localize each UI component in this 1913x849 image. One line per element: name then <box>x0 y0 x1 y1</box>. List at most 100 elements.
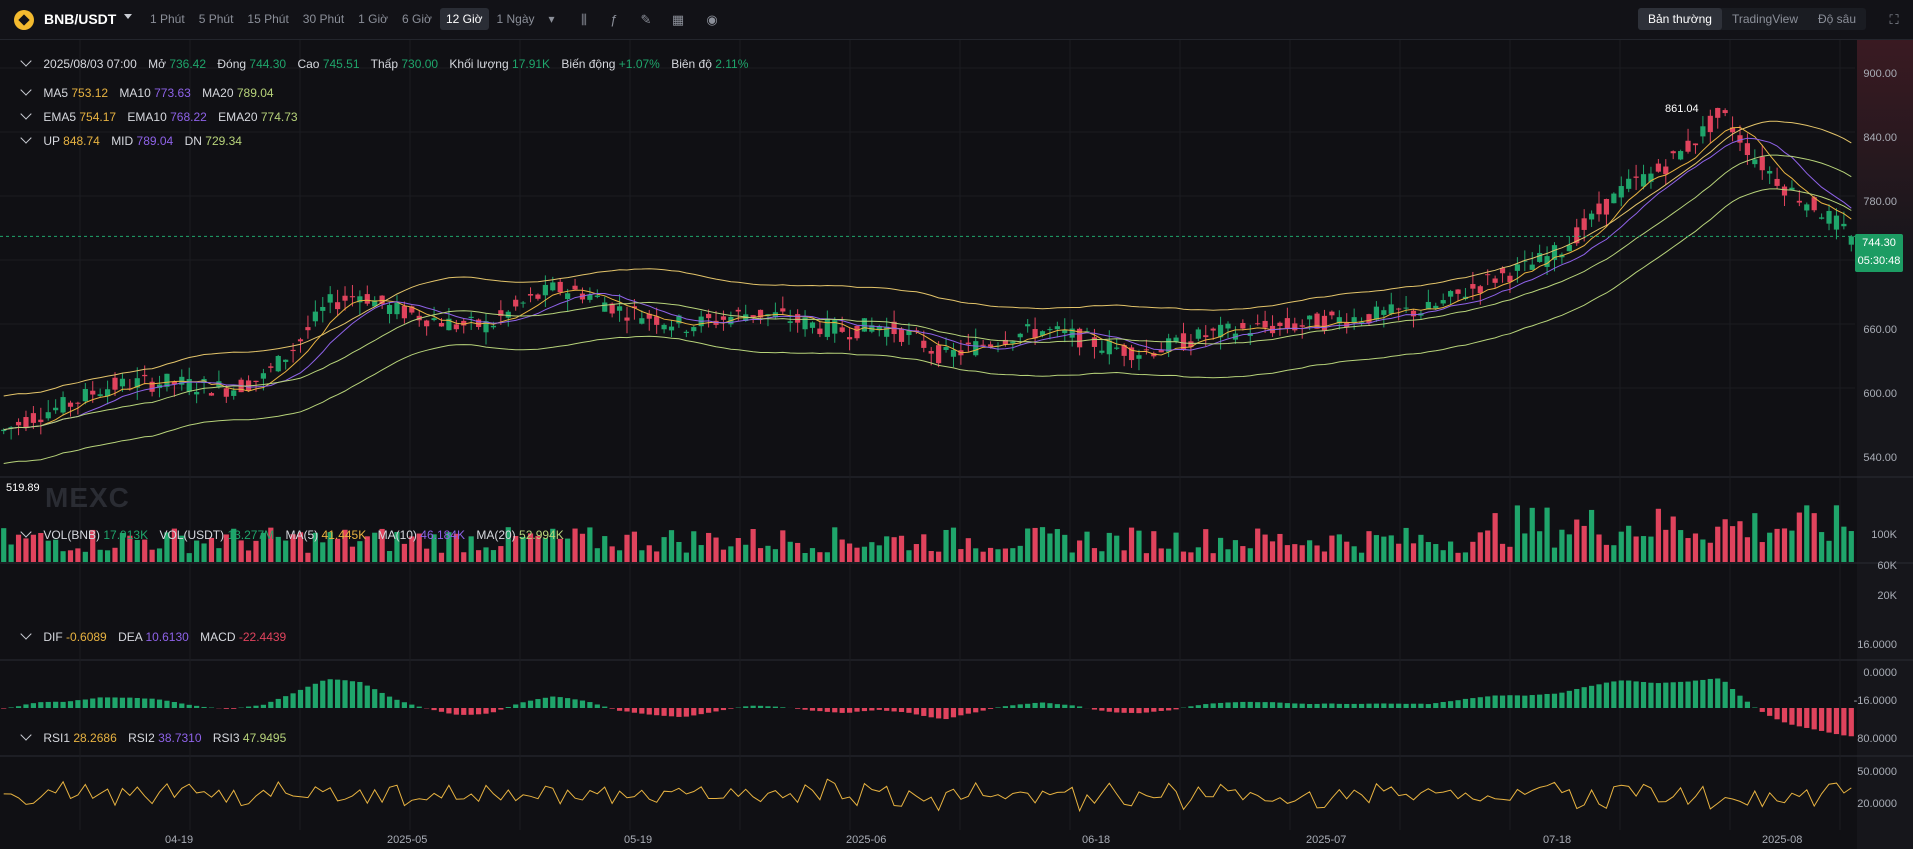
candle-body <box>1826 210 1832 224</box>
interval-dropdown-icon[interactable]: ▾ <box>543 8 561 30</box>
open-value: 736.42 <box>169 57 207 71</box>
volume-bar <box>654 551 660 562</box>
macd-bar <box>936 708 942 719</box>
candle-body <box>668 326 675 331</box>
volume-bar <box>1700 539 1706 562</box>
volume-bar <box>1077 540 1083 562</box>
macd-bar <box>342 680 348 708</box>
fullscreen-icon[interactable]: ⛶ <box>1886 12 1902 28</box>
volume-bar <box>1025 528 1031 562</box>
volume-bar <box>1366 531 1372 562</box>
interval-tab-2[interactable]: 15 Phút <box>241 8 294 30</box>
candle-body <box>142 374 148 377</box>
collapse-chevron-icon[interactable] <box>20 108 32 120</box>
draw-pen-icon[interactable]: ✎ <box>638 12 654 28</box>
candle-body <box>884 326 890 337</box>
chevron-down-icon[interactable] <box>124 14 132 19</box>
macd-bar <box>401 702 407 708</box>
volume-bar <box>1232 540 1239 562</box>
candle-body <box>1292 323 1298 331</box>
macd-bar <box>1195 705 1201 708</box>
volume-bar <box>869 542 875 562</box>
pair-selector[interactable]: BNB/USDT <box>44 11 116 27</box>
change-value: +1.07% <box>618 57 660 71</box>
collapse-chevron-icon[interactable] <box>20 132 32 144</box>
view-mode-tab-0[interactable]: Bản thường <box>1638 8 1722 30</box>
macd-bar <box>765 706 771 708</box>
ohlc-legend: 2025/08/03 07:00 Mở 736.42 Đóng 744.30 C… <box>20 55 756 71</box>
volume-bar <box>1789 530 1795 562</box>
candle-body <box>639 318 645 324</box>
collapse-chevron-icon[interactable] <box>20 84 32 96</box>
volume-bar <box>1010 548 1016 562</box>
interval-tab-4[interactable]: 1 Giờ <box>352 8 394 30</box>
collapse-chevron-icon[interactable] <box>20 729 32 741</box>
collapse-chevron-icon[interactable] <box>20 526 32 538</box>
view-mode-tab-2[interactable]: Độ sâu <box>1808 8 1866 30</box>
candle-body <box>936 345 942 364</box>
volume-bar <box>1715 526 1721 562</box>
volume-bar <box>1062 534 1068 562</box>
high-value: 745.51 <box>322 57 360 71</box>
macd-bar <box>1774 708 1780 720</box>
volume-bar <box>683 552 689 562</box>
ema5-value: 754.17 <box>79 110 117 124</box>
candle-body <box>401 305 407 319</box>
candle-body <box>490 325 497 328</box>
candlestick-chart[interactable] <box>0 40 1913 849</box>
candle-body <box>1329 311 1335 316</box>
interval-tab-7[interactable]: 1 Ngày <box>491 8 541 30</box>
volume-bar <box>1425 542 1431 562</box>
volume-bar <box>995 549 1001 562</box>
candle-body <box>1047 329 1053 331</box>
macd-bar <box>639 708 645 714</box>
indicator-icon[interactable]: ƒ <box>606 12 622 28</box>
collapse-chevron-icon[interactable] <box>20 55 32 67</box>
macd-bar <box>973 708 979 713</box>
candle-body <box>1470 284 1476 289</box>
view-mode-tab-1[interactable]: TradingView <box>1722 8 1808 30</box>
interval-tab-3[interactable]: 30 Phút <box>297 8 350 30</box>
ma10-label: MA10 <box>119 86 151 100</box>
candle-body <box>1440 300 1446 304</box>
volume-bar <box>861 546 868 562</box>
macd-bar <box>490 708 497 713</box>
ema-legend: EMA5 754.17 EMA10 768.22 EMA20 774.73 <box>20 108 306 124</box>
macd-bar <box>1262 702 1268 708</box>
macd-bar <box>1255 702 1261 708</box>
interval-tab-5[interactable]: 6 Giờ <box>396 8 438 30</box>
candle-body <box>312 311 318 322</box>
macd-bar <box>557 697 563 708</box>
macd-bar <box>1789 708 1795 725</box>
candle-body <box>38 419 44 423</box>
layout-grid-icon[interactable]: ▦ <box>670 12 686 28</box>
macd-bar <box>1166 708 1172 711</box>
ma20-value: 789.04 <box>236 86 274 100</box>
camera-icon[interactable]: ◉ <box>704 12 720 28</box>
ma20-label: MA20 <box>202 86 234 100</box>
macd-bar <box>438 708 445 712</box>
candle-body <box>97 394 103 396</box>
ema10-value: 768.22 <box>170 110 207 124</box>
macd-bar <box>1737 695 1743 708</box>
candle-type-icon[interactable]: ⫼ <box>576 12 592 28</box>
low-label: Thấp <box>370 57 398 71</box>
interval-tab-1[interactable]: 5 Phút <box>193 8 240 30</box>
price-tick: 540.00 <box>1863 452 1897 464</box>
candle-body <box>950 349 957 357</box>
candle-body <box>461 320 467 326</box>
interval-tab-6[interactable]: 12 Giờ <box>439 8 489 30</box>
macd-bar <box>1537 694 1543 708</box>
macd-bar <box>1269 702 1276 708</box>
candle-body <box>1781 186 1788 196</box>
candle-body <box>787 321 793 323</box>
volume-bar <box>631 531 638 562</box>
collapse-chevron-icon[interactable] <box>20 628 32 640</box>
interval-tab-0[interactable]: 1 Phút <box>144 8 191 30</box>
macd-bar <box>1715 678 1721 708</box>
volume-bar <box>245 550 252 562</box>
candle-body <box>520 302 526 304</box>
candle-body <box>297 339 304 342</box>
macd-bar <box>572 699 578 708</box>
candle-countdown: 05:30:48 <box>1857 255 1901 267</box>
